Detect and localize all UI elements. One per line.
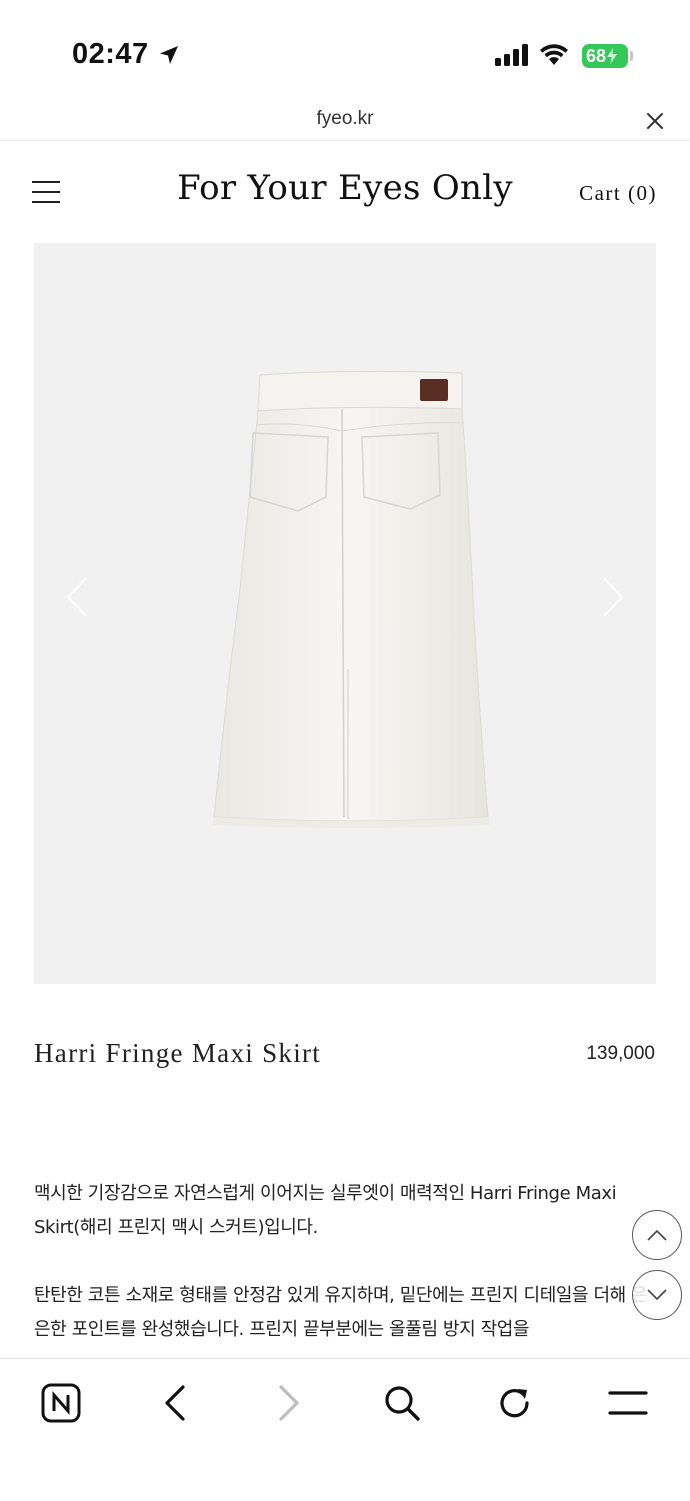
chevron-right-icon[interactable] (600, 576, 626, 618)
forward-arrow-icon (279, 1385, 299, 1421)
menu-button[interactable] (606, 1381, 650, 1425)
status-bar: 02:47 68 (0, 0, 690, 100)
wifi-icon (540, 44, 568, 65)
browser-url-bar[interactable]: fyeo.kr (0, 100, 690, 141)
forward-button[interactable] (267, 1381, 311, 1425)
scroll-down-button[interactable] (632, 1270, 682, 1320)
browser-toolbar (0, 1358, 690, 1501)
battery-level: 68 (586, 45, 607, 66)
chevron-left-icon[interactable] (64, 576, 90, 618)
cellular-signal-icon (495, 44, 528, 66)
chevron-up-icon (647, 1229, 667, 1241)
naver-home-button[interactable] (39, 1381, 83, 1425)
status-time: 02:47 (72, 38, 149, 70)
close-icon[interactable] (644, 110, 666, 132)
product-image-skirt (212, 370, 490, 828)
scroll-up-button[interactable] (632, 1210, 682, 1260)
charging-bolt-icon (607, 48, 618, 64)
menu-icon (608, 1391, 648, 1415)
product-price: 139,000 (586, 1043, 655, 1064)
chevron-down-icon (647, 1289, 667, 1301)
naver-home-icon (41, 1383, 81, 1423)
search-icon (385, 1386, 420, 1421)
cart-link[interactable]: Cart (0) (579, 181, 657, 206)
description-paragraph-2: 탄탄한 코튼 소재로 형태를 안정감 있게 유지하며, 밑단에는 프린지 디테일… (34, 1285, 648, 1340)
reload-icon (500, 1389, 529, 1418)
product-name: Harri Fringe Maxi Skirt (34, 1038, 322, 1068)
product-image-gallery[interactable] (34, 243, 656, 984)
search-button[interactable] (380, 1381, 424, 1425)
location-arrow-icon (160, 46, 178, 64)
description-paragraph-1: 맥시한 기장감으로 자연스럽게 이어지는 실루엣이 매력적인 Harri Fri… (34, 1183, 617, 1238)
url-text[interactable]: fyeo.kr (0, 108, 690, 130)
battery-indicator: 68 (582, 44, 628, 68)
back-arrow-icon (165, 1385, 185, 1421)
reload-button[interactable] (493, 1381, 537, 1425)
battery-cap (630, 51, 633, 61)
back-button[interactable] (153, 1381, 197, 1425)
